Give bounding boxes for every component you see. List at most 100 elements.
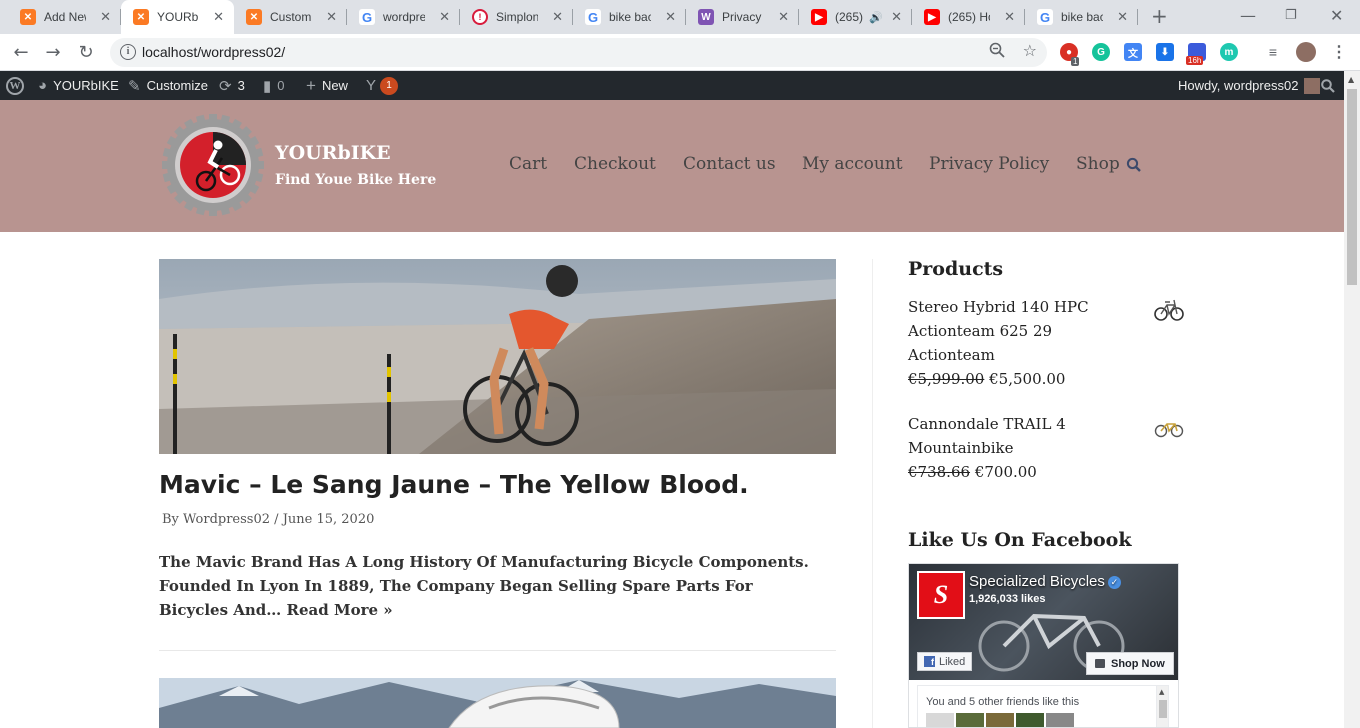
browser-tab[interactable]: W Privacy P ✕ [686, 0, 799, 34]
forward-button[interactable]: → [41, 40, 65, 64]
restore-button[interactable]: ❐ [1285, 8, 1297, 23]
close-icon[interactable]: ✕ [439, 9, 450, 25]
updates-icon: ⟳ [219, 77, 232, 95]
facebook-page-avatar[interactable]: S [917, 571, 965, 619]
comments-menu[interactable]: ▮ 0 [263, 71, 285, 100]
new-tab-button[interactable]: + [1151, 4, 1168, 28]
yoast-menu[interactable]: Y 1 [366, 71, 399, 100]
scrollbar-thumb[interactable] [1347, 89, 1357, 285]
minimize-button[interactable]: — [1240, 6, 1256, 25]
translate-icon[interactable]: 文 [1124, 43, 1142, 61]
back-button[interactable]: ← [9, 40, 33, 64]
product-thumbnail[interactable] [1154, 297, 1184, 323]
scrollbar-thumb[interactable] [1159, 700, 1167, 718]
bookmark-star-icon[interactable]: ☆ [1023, 41, 1037, 60]
close-icon[interactable]: ✕ [778, 9, 789, 25]
profile-avatar[interactable] [1296, 42, 1316, 62]
browser-tab[interactable]: G wordpres ✕ [347, 0, 460, 34]
browser-tab-active[interactable]: ✕ YOURbIK ✕ [121, 0, 234, 34]
friends-scrollbar[interactable]: ▲ [1156, 686, 1168, 727]
facebook-page-plugin: S Specialized Bicycles ✓ 1,926,033 likes … [908, 563, 1179, 728]
liked-label: Liked [939, 655, 966, 668]
youtube-icon: ▶ [811, 9, 827, 25]
google-icon: G [585, 9, 601, 25]
close-icon[interactable]: ✕ [665, 9, 676, 25]
speaker-icon[interactable]: 🔊 [869, 11, 883, 24]
product-thumbnail[interactable] [1154, 414, 1184, 440]
xampp-icon: ✕ [246, 9, 262, 25]
admin-search[interactable] [1321, 71, 1335, 100]
friend-avatar[interactable] [956, 713, 984, 727]
updates-menu[interactable]: ⟳ 3 [219, 71, 245, 100]
scroll-up-icon[interactable]: ▲ [1159, 688, 1164, 696]
post-featured-image[interactable] [159, 259, 836, 454]
product-name[interactable]: Cannondale TRAIL 4 Mountainbike [908, 412, 1133, 460]
xampp-icon: ✕ [133, 9, 149, 25]
close-icon[interactable]: ✕ [100, 9, 111, 25]
simplon-icon: ! [472, 9, 488, 25]
site-logo[interactable] [160, 112, 266, 218]
browser-tab[interactable]: ✕ Customiz ✕ [234, 0, 347, 34]
media-control-icon[interactable]: ≡ [1264, 43, 1282, 61]
reload-button[interactable]: ↻ [74, 40, 98, 64]
meta-by-label: By [162, 512, 179, 527]
nav-item-shop[interactable]: Shop [1076, 154, 1120, 174]
read-more-link[interactable]: Read More » [287, 601, 393, 619]
product-price: €700.00 [974, 463, 1037, 481]
comment-icon: ▮ [263, 77, 272, 95]
friend-avatar[interactable] [986, 713, 1014, 727]
search-icon[interactable] [1126, 157, 1142, 173]
post-featured-image[interactable] [159, 678, 836, 728]
facebook-friends-panel: You and 5 other friends like this ▲ [917, 685, 1169, 727]
close-icon[interactable]: ✕ [1004, 9, 1015, 25]
browser-tab[interactable]: G bike back ✕ [573, 0, 686, 34]
browser-tab[interactable]: ▶ (265) 🔊 ✕ [799, 0, 912, 34]
browser-tab[interactable]: ▶ (265) Ho ✕ [912, 0, 1025, 34]
nav-item-my-account[interactable]: My account [802, 154, 903, 174]
browser-tab[interactable]: ! Simplonl ✕ [460, 0, 573, 34]
grammarly-icon[interactable]: G [1092, 43, 1110, 61]
post-author[interactable]: Wordpress02 [183, 512, 270, 527]
page-scrollbar[interactable]: ▲ [1344, 71, 1360, 728]
product-name[interactable]: Stereo Hybrid 140 HPC Actionteam 625 29 … [908, 295, 1133, 367]
new-content-menu[interactable]: + New [306, 71, 348, 100]
close-window-button[interactable]: ✕ [1330, 6, 1343, 25]
wp-admin-bar: W ◕ YOURbIKE ✎ Customize ⟳ 3 ▮ 0 + New Y… [0, 71, 1344, 100]
site-title[interactable]: YOURbIKE [275, 142, 391, 164]
address-bar[interactable]: i localhost/wordpress02/ ☆ [110, 38, 1047, 67]
facebook-shop-now-button[interactable]: Shop Now [1086, 652, 1174, 675]
close-icon[interactable]: ✕ [891, 9, 902, 25]
close-icon[interactable]: ✕ [1117, 9, 1128, 25]
close-icon[interactable]: ✕ [552, 9, 563, 25]
friend-avatar[interactable] [1046, 713, 1074, 727]
my-account-menu[interactable]: Howdy, wordpress02 [1178, 71, 1321, 100]
mercury-icon[interactable]: m [1220, 43, 1238, 61]
nav-item-contact-us[interactable]: Contact us [683, 154, 776, 174]
browser-toolbar: ← → ↻ i localhost/wordpress02/ ☆ ● 1 G 文… [0, 34, 1360, 71]
wordpress-icon: W [6, 76, 24, 95]
browser-tab[interactable]: G bike back ✕ [1025, 0, 1138, 34]
post-date[interactable]: June 15, 2020 [283, 512, 375, 527]
nav-item-cart[interactable]: Cart [509, 154, 547, 174]
site-name-menu[interactable]: ◕ YOURbIKE [38, 71, 119, 100]
menu-kebab-icon[interactable]: ⋮ [1330, 43, 1348, 61]
customize-menu[interactable]: ✎ Customize [128, 71, 208, 100]
zoom-icon[interactable] [989, 42, 1005, 62]
site-info-icon[interactable]: i [120, 44, 136, 60]
facebook-liked-button[interactable]: f Liked [917, 652, 973, 671]
scroll-up-icon[interactable]: ▲ [1348, 75, 1354, 84]
friend-avatar[interactable] [1016, 713, 1044, 727]
nav-item-checkout[interactable]: Checkout [574, 154, 656, 174]
google-icon: G [359, 9, 375, 25]
close-icon[interactable]: ✕ [213, 9, 224, 25]
post-title[interactable]: Mavic – Le Sang Jaune – The Yellow Blood… [159, 470, 749, 499]
wp-logo-menu[interactable]: W [6, 71, 24, 100]
facebook-cover-image[interactable]: S Specialized Bicycles ✓ 1,926,033 likes … [909, 564, 1178, 680]
facebook-page-name[interactable]: Specialized Bicycles ✓ [969, 573, 1121, 590]
close-icon[interactable]: ✕ [326, 9, 337, 25]
facebook-like-count: 1,926,033 likes [969, 593, 1046, 605]
browser-tab[interactable]: ✕ Add New ✕ [8, 0, 121, 34]
nav-item-privacy-policy[interactable]: Privacy Policy [929, 154, 1049, 174]
friend-avatar[interactable] [926, 713, 954, 727]
download-icon[interactable]: ⬇ [1156, 43, 1174, 61]
